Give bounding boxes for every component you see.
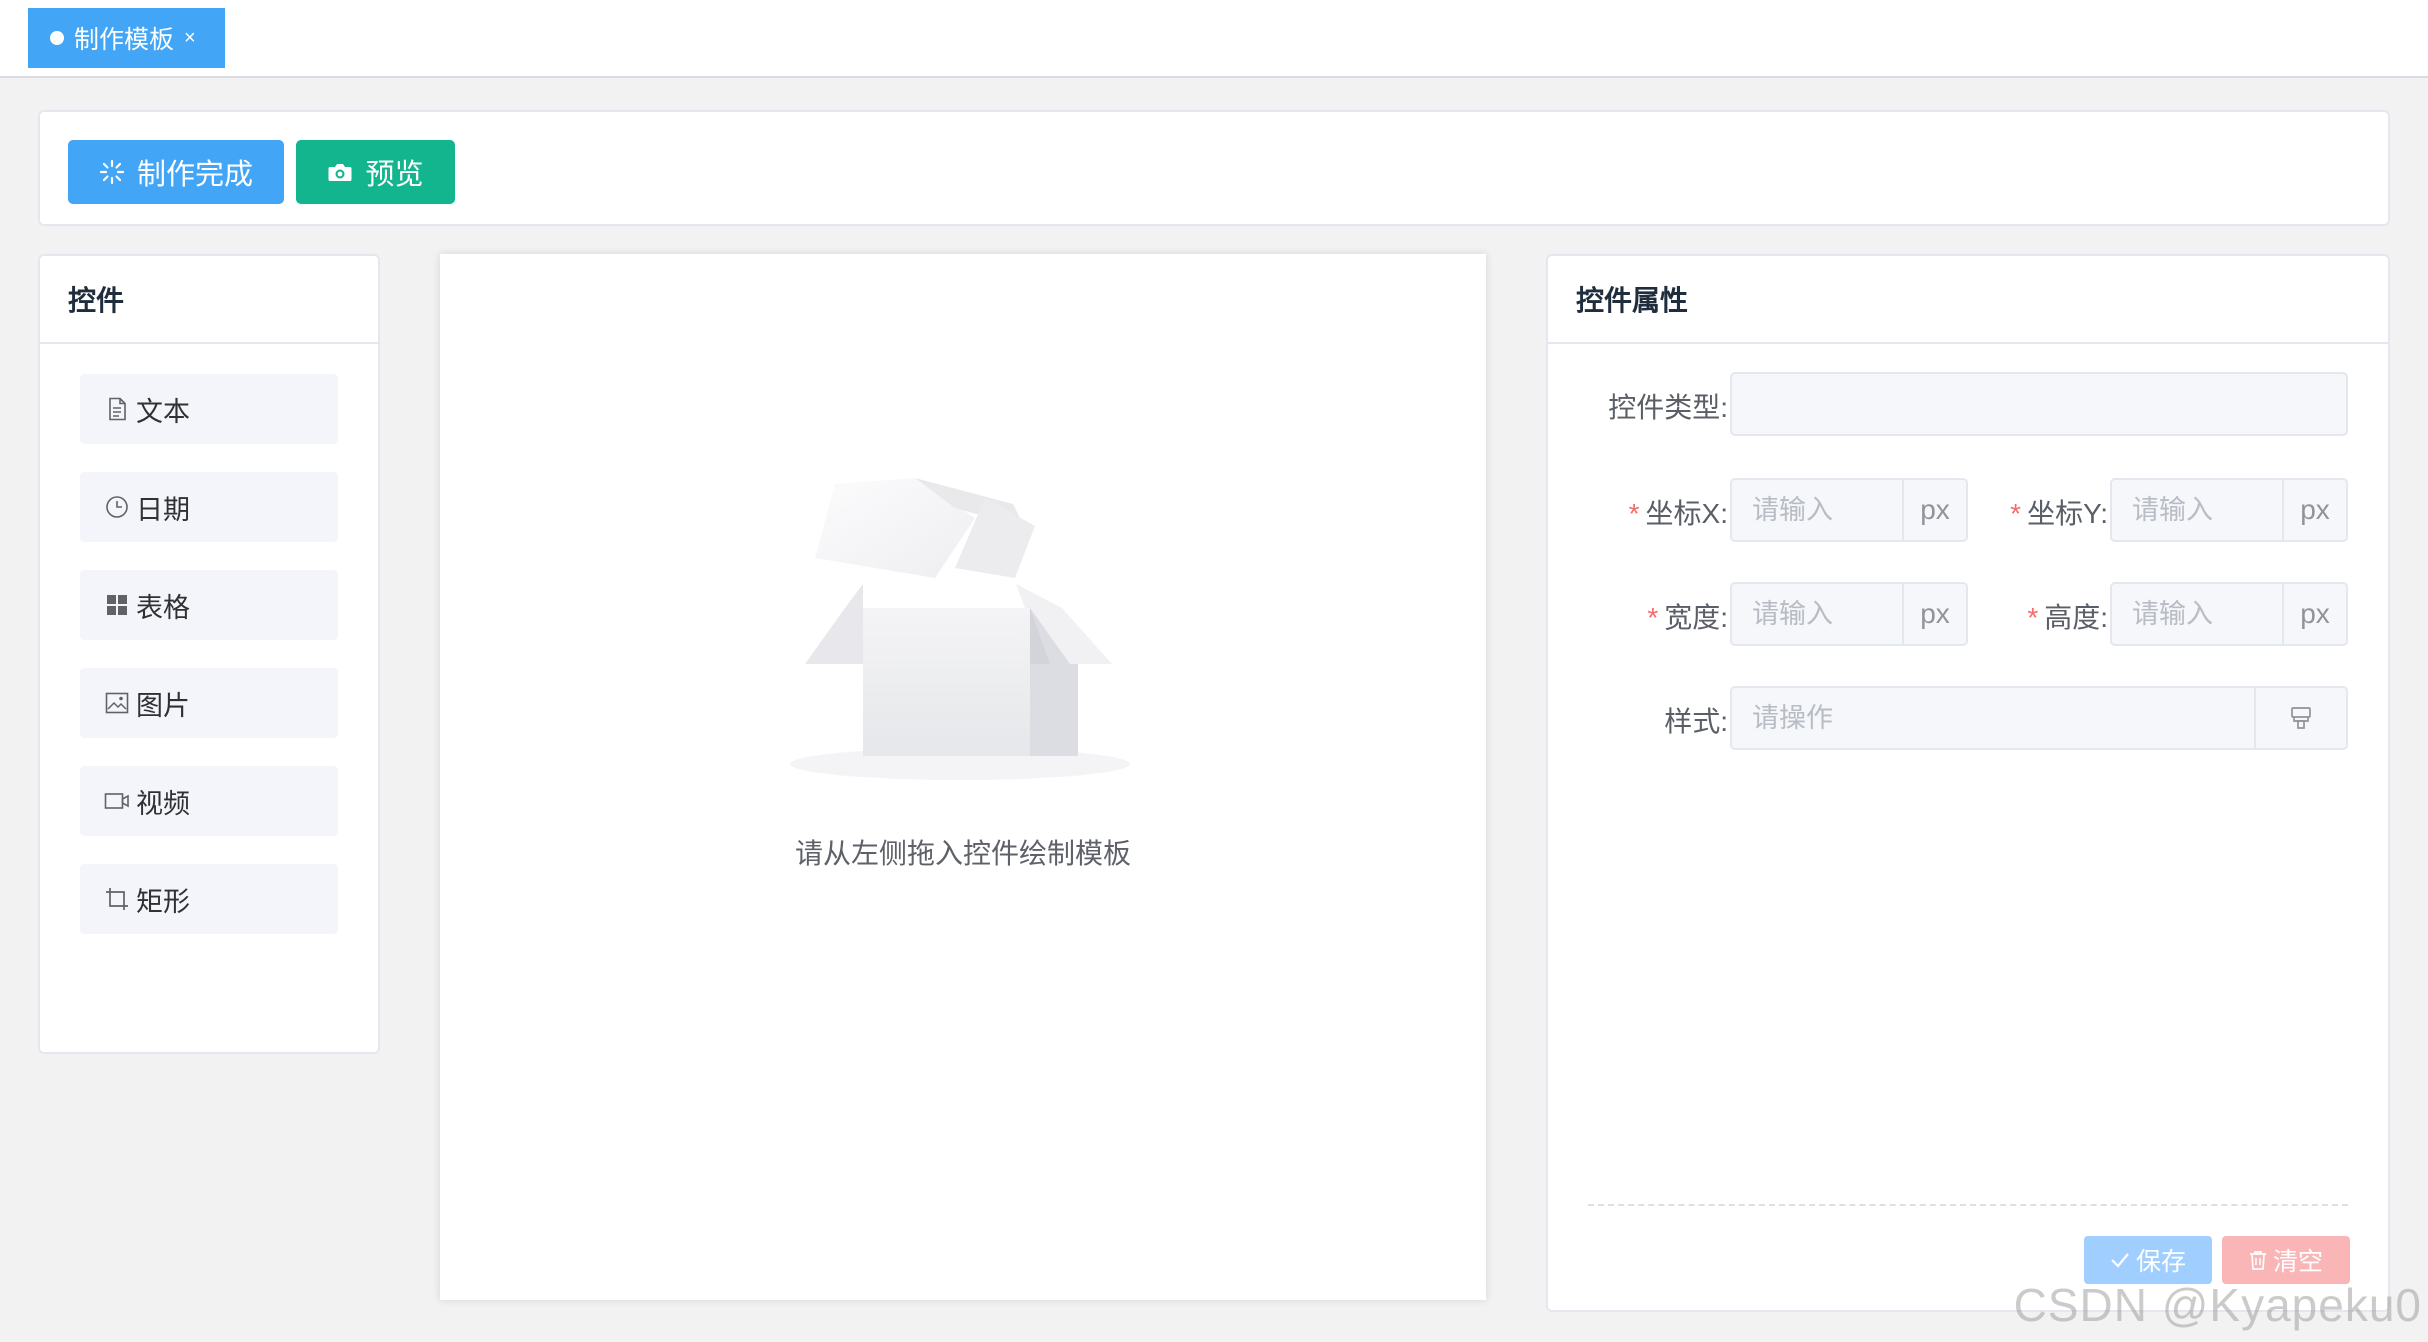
grid-icon [104,592,130,618]
width-label-text: 宽度: [1664,602,1728,633]
preview-button-label: 预览 [365,159,424,191]
brush-icon [2291,707,2311,729]
tab-bar: 制作模板 × [0,0,2428,78]
clear-button-label: 清空 [2272,1248,2323,1276]
required-mark: * [2027,602,2039,633]
video-camera-icon [104,788,130,814]
clock-icon [104,494,130,520]
unit-px: px [2282,480,2346,540]
widgets-panel: 控件 文本 日期 表格 图片 视频 矩形 [38,254,380,1054]
width-label: * 宽度: [1578,596,1728,636]
active-dot-icon [50,31,64,45]
properties-panel-title: 控件属性 [1548,256,2388,344]
finish-button[interactable]: 制作完成 [68,140,284,204]
coord-y-field[interactable]: px [2110,478,2348,542]
tab-label: 制作模板 [74,26,175,54]
empty-hint: 请从左侧拖入控件绘制模板 [794,838,1131,869]
height-input[interactable] [2112,584,2282,644]
coord-y-label: * 坐标Y: [1968,492,2108,532]
widget-date[interactable]: 日期 [80,472,338,542]
widget-rectangle[interactable]: 矩形 [80,864,338,934]
widget-label: 视频 [136,788,190,819]
save-button[interactable]: 保存 [2084,1236,2212,1284]
widget-text[interactable]: 文本 [80,374,338,444]
required-mark: * [1647,602,1659,633]
loading-icon [99,159,125,185]
required-mark: * [2010,498,2022,529]
crop-icon [104,886,130,912]
clear-button[interactable]: 清空 [2222,1236,2350,1284]
edit-style-button[interactable] [2254,688,2346,748]
widget-table[interactable]: 表格 [80,570,338,640]
design-canvas[interactable]: 请从左侧拖入控件绘制模板 [440,254,1486,1300]
widget-label: 图片 [136,690,190,721]
widget-video[interactable]: 视频 [80,766,338,836]
properties-panel: 控件属性 控件类型: *坐标X: px *坐标Y: px *宽度: px *高度… [1546,254,2390,1312]
coord-y-label-text: 坐标Y: [2027,498,2108,529]
style-field[interactable] [1730,686,2348,750]
preview-button[interactable]: 预览 [296,140,455,204]
widgets-panel-title: 控件 [40,256,378,344]
check-icon [2111,1253,2129,1268]
height-label: * 高度: [1968,596,2108,636]
coord-x-label-text: 坐标X: [1645,498,1728,529]
widget-label: 文本 [136,396,190,427]
form-divider [1588,1204,2348,1206]
widget-list: 文本 日期 表格 图片 视频 矩形 [40,374,378,934]
toolbar: 制作完成 预览 [38,110,2390,226]
unit-px: px [2282,584,2346,644]
widget-label: 日期 [136,494,190,525]
required-mark: * [1628,498,1640,529]
widget-label: 表格 [136,592,190,623]
empty-box-icon [790,478,1130,780]
height-label-text: 高度: [2044,602,2108,633]
coord-x-label: * 坐标X: [1578,492,1728,532]
picture-icon [104,690,130,716]
watermark: CSDN @Kyapeku0 [2013,1279,2422,1331]
unit-px: px [1902,584,1966,644]
close-icon[interactable]: × [184,27,196,50]
control-type-label: 控件类型: [1608,392,1728,423]
finish-button-label: 制作完成 [136,159,253,191]
widget-image[interactable]: 图片 [80,668,338,738]
coord-y-input[interactable] [2112,480,2282,540]
trash-icon [2249,1251,2266,1270]
control-type-input[interactable] [1732,374,2346,434]
document-icon [104,396,130,422]
widget-label: 矩形 [136,886,190,917]
style-label: 样式: [1664,706,1728,737]
control-type-field[interactable] [1730,372,2348,436]
width-field[interactable]: px [1730,582,1968,646]
tab-make-template[interactable]: 制作模板 × [28,8,225,68]
coord-x-input[interactable] [1732,480,1902,540]
unit-px: px [1902,480,1966,540]
height-field[interactable]: px [2110,582,2348,646]
width-input[interactable] [1732,584,1902,644]
style-input[interactable] [1732,688,2254,748]
save-button-label: 保存 [2135,1248,2186,1276]
camera-icon [328,164,352,181]
coord-x-field[interactable]: px [1730,478,1968,542]
